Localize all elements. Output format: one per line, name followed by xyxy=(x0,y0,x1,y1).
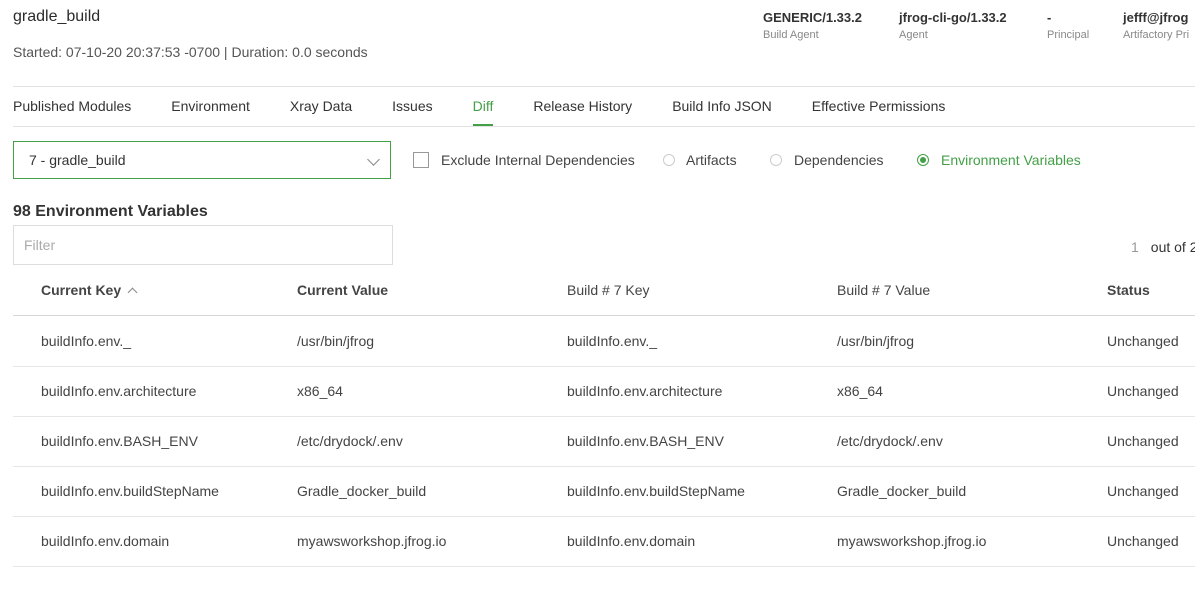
column-header-current-key[interactable]: Current Key xyxy=(41,282,138,298)
sort-ascending-icon xyxy=(127,287,138,298)
cell-current-value: /etc/drydock/.env xyxy=(297,433,403,449)
chevron-down-icon xyxy=(367,153,380,166)
cell-build-key: buildInfo.env.architecture xyxy=(567,383,723,399)
header-divider xyxy=(13,86,1195,87)
radio-environment-variables[interactable] xyxy=(917,154,929,166)
radio-dependencies[interactable] xyxy=(770,154,782,166)
radio-artifacts-label[interactable]: Artifacts xyxy=(686,152,737,168)
radio-environment-variables-label[interactable]: Environment Variables xyxy=(941,152,1081,168)
cell-current-value: myawsworkshop.jfrog.io xyxy=(297,533,447,549)
cell-build-key: buildInfo.env._ xyxy=(567,333,658,349)
meta-value: - xyxy=(1047,10,1052,25)
table-row: buildInfo.env._ /usr/bin/jfrog buildInfo.e… xyxy=(13,316,1195,367)
meta-label: Agent xyxy=(899,29,928,41)
pager: 1 out of 2 xyxy=(1131,239,1195,255)
cell-build-key: buildInfo.env.domain xyxy=(567,533,696,549)
meta-value: jfrog-cli-go/1.33.2 xyxy=(899,10,1007,25)
tab-issues[interactable]: Issues xyxy=(392,90,432,126)
env-variables-count: 98 Environment Variables xyxy=(13,203,208,220)
column-header-build-key[interactable]: Build # 7 Key xyxy=(567,282,650,298)
cell-current-value: x86_64 xyxy=(297,383,343,399)
tab-release-history[interactable]: Release History xyxy=(533,90,632,126)
exclude-internal-checkbox[interactable] xyxy=(413,152,429,168)
build-compare-select[interactable]: 7 - gradle_build xyxy=(13,141,391,179)
cell-build-value: myawsworkshop.jfrog.io xyxy=(837,533,987,549)
cell-current-key: buildInfo.env.architecture xyxy=(41,383,197,399)
tab-environment[interactable]: Environment xyxy=(171,90,250,126)
tab-build-info-json[interactable]: Build Info JSON xyxy=(672,90,772,126)
cell-build-key: buildInfo.env.buildStepName xyxy=(567,483,745,499)
table-row: buildInfo.env.architecture x86_64 buildInf… xyxy=(13,366,1195,417)
tabs-divider xyxy=(13,126,1195,127)
column-header-status[interactable]: Status xyxy=(1107,282,1150,298)
radio-artifacts[interactable] xyxy=(663,154,675,166)
tab-effective-permissions[interactable]: Effective Permissions xyxy=(812,90,946,126)
cell-status: Unchanged xyxy=(1107,383,1179,399)
cell-current-key: buildInfo.env._ xyxy=(41,333,132,349)
pager-page-number[interactable]: 1 xyxy=(1131,239,1139,255)
cell-current-value: Gradle_docker_build xyxy=(297,483,427,499)
cell-current-key: buildInfo.env.domain xyxy=(41,533,170,549)
cell-build-value: x86_64 xyxy=(837,383,883,399)
meta-agent: jfrog-cli-go/1.33.2 Agent xyxy=(899,10,1007,41)
build-subtitle: Started: 07-10-20 20:37:53 -0700 | Durat… xyxy=(13,44,368,60)
cell-build-key: buildInfo.env.BASH_ENV xyxy=(567,433,724,449)
build-title: gradle_build xyxy=(13,8,101,25)
meta-label: Build Agent xyxy=(763,29,819,41)
exclude-internal-label[interactable]: Exclude Internal Dependencies xyxy=(441,152,635,168)
meta-value: GENERIC/1.33.2 xyxy=(763,10,862,25)
tab-xray-data[interactable]: Xray Data xyxy=(290,90,352,126)
cell-status: Unchanged xyxy=(1107,333,1179,349)
cell-current-value: /usr/bin/jfrog xyxy=(297,333,375,349)
column-header-current-value[interactable]: Current Value xyxy=(297,282,388,298)
table-row: buildInfo.env.BASH_ENV/etc/drydock/.env b… xyxy=(13,416,1195,467)
cell-build-value: /etc/drydock/.env xyxy=(837,433,943,449)
build-compare-value: 7 - gradle_build xyxy=(29,152,126,168)
meta-principal: - Principal xyxy=(1047,10,1089,41)
meta-label: Artifactory Pri xyxy=(1123,29,1190,41)
cell-build-value: Gradle_docker_build xyxy=(837,483,967,499)
pager-total: out of 2 xyxy=(1150,239,1195,255)
filter-input[interactable] xyxy=(13,225,393,265)
column-header-build-value[interactable]: Build # 7 Value xyxy=(837,282,930,298)
tab-published-modules[interactable]: Published Modules xyxy=(13,90,131,126)
cell-status: Unchanged xyxy=(1107,433,1179,449)
cell-current-key: buildInfo.env.BASH_ENV xyxy=(41,433,198,449)
tab-diff[interactable]: Diff xyxy=(472,90,494,126)
meta-artifactory-principal: jefff@jfrog Artifactory Pri xyxy=(1123,10,1189,41)
cell-current-key: buildInfo.env.buildStepName xyxy=(41,483,219,499)
cell-status: Unchanged xyxy=(1107,533,1179,549)
meta-build-agent: GENERIC/1.33.2 Build Agent xyxy=(763,10,862,41)
cell-build-value: /usr/bin/jfrog xyxy=(837,333,915,349)
cell-status: Unchanged xyxy=(1107,483,1179,499)
tab-bar: Published Modules Environment Xray Data … xyxy=(13,90,985,126)
table-row: buildInfo.env.domain myawsworkshop.jfrog.… xyxy=(13,516,1195,567)
radio-dependencies-label[interactable]: Dependencies xyxy=(794,152,884,168)
meta-label: Principal xyxy=(1047,29,1090,41)
column-header-label: Current Key xyxy=(41,282,122,298)
meta-value: jefff@jfrog xyxy=(1123,10,1189,25)
table-row: buildInfo.env.buildStepName Gradle_docker… xyxy=(13,466,1195,517)
